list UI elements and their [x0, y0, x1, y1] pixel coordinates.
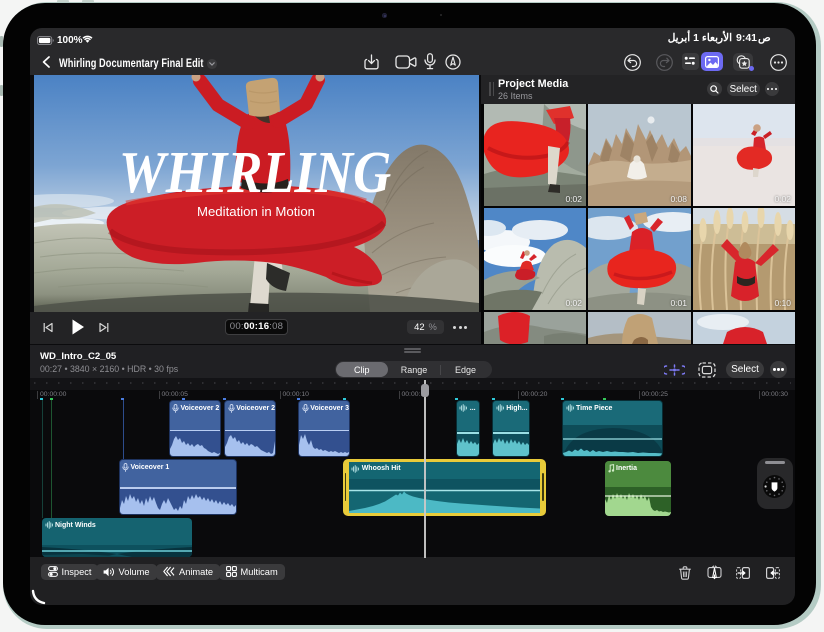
svg-text:WHIRLING: WHIRLING	[119, 140, 391, 205]
svg-text:Meditation in Motion: Meditation in Motion	[197, 204, 315, 219]
